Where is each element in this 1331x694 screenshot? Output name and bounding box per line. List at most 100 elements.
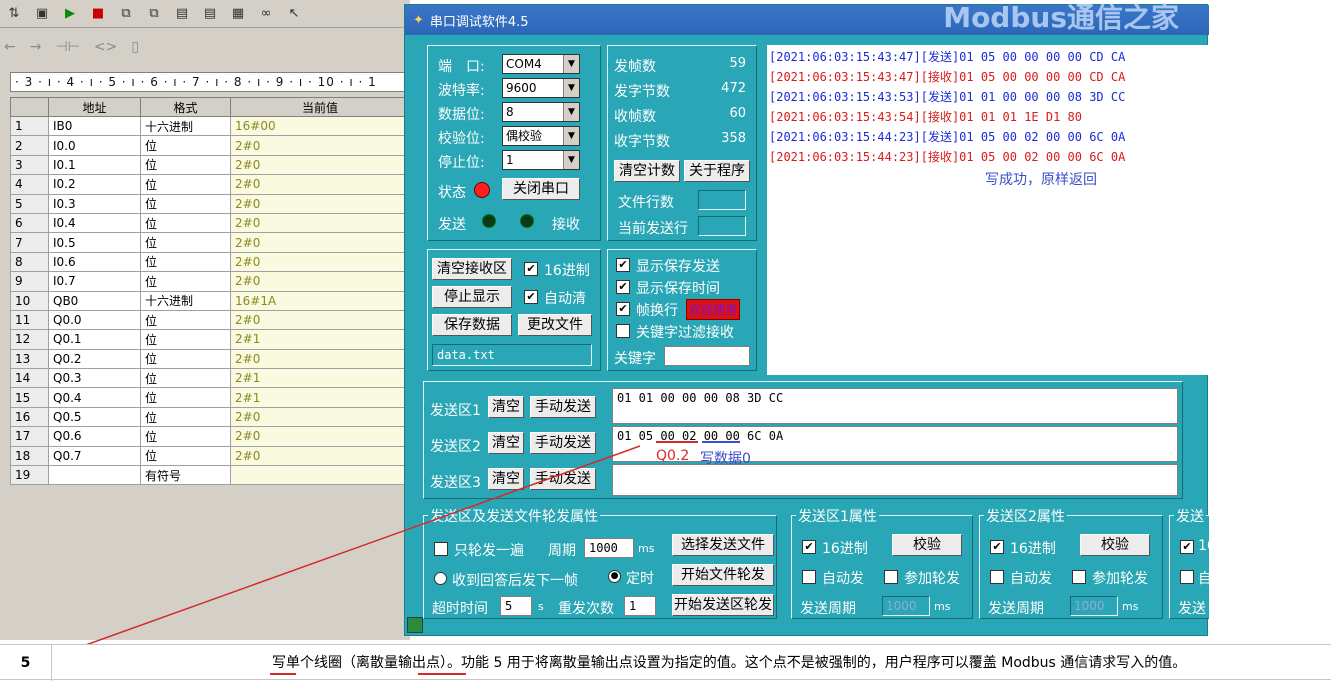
table-row[interactable]: 7 I0.5 位 2#0 <box>10 232 410 253</box>
parity-select[interactable]: 偶校验 ▼ <box>502 126 580 146</box>
send-area3-manual-button[interactable]: 手动发送 <box>530 468 596 490</box>
cell-val[interactable]: 2#0 <box>230 445 410 467</box>
cell-addr[interactable]: I0.1 <box>48 154 141 176</box>
table-row[interactable]: 1 IB0 十六进制 16#00 <box>10 115 410 137</box>
keyword-input[interactable] <box>664 346 750 366</box>
baud-select[interactable]: 9600 ▼ <box>502 78 580 98</box>
cell-val[interactable]: 2#1 <box>230 368 410 389</box>
auto-clear-checkbox[interactable]: ✔ <box>524 290 538 304</box>
resize-grip-icon[interactable] <box>407 617 423 633</box>
table-row[interactable]: 17 Q0.6 位 2#0 <box>10 426 410 447</box>
area2-period-input[interactable]: 1000 <box>1070 596 1118 616</box>
run-icon[interactable]: ▶ <box>60 4 80 24</box>
table-row[interactable]: 3 I0.1 位 2#0 <box>10 154 410 176</box>
area1-poll-checkbox[interactable] <box>884 570 898 584</box>
cell-val[interactable]: 2#1 <box>230 329 410 350</box>
table-row[interactable]: 6 I0.4 位 2#0 <box>10 212 410 234</box>
cell-addr[interactable]: I0.5 <box>48 232 141 253</box>
cell-val[interactable]: 2#0 <box>230 251 410 273</box>
cell-fmt[interactable]: 位 <box>140 193 231 214</box>
cell-fmt[interactable]: 位 <box>140 271 231 292</box>
window-icon[interactable]: ▣ <box>32 4 52 24</box>
table-row[interactable]: 9 I0.7 位 2#0 <box>10 271 410 292</box>
cell-addr[interactable]: Q0.1 <box>48 329 141 350</box>
cell-val[interactable]: 2#0 <box>230 212 410 234</box>
table-row[interactable]: 12 Q0.1 位 2#1 <box>10 329 410 350</box>
hex16-checkbox[interactable]: ✔ <box>524 262 538 276</box>
cell-addr[interactable]: I0.6 <box>48 251 141 273</box>
table-row[interactable]: 10 QB0 十六进制 16#1A <box>10 290 410 311</box>
cell-fmt[interactable]: 位 <box>140 251 231 273</box>
change-file-button[interactable]: 更改文件 <box>518 314 592 336</box>
cell-fmt[interactable]: 十六进制 <box>140 290 231 311</box>
cell-fmt[interactable]: 位 <box>140 426 231 447</box>
period-input[interactable]: 1000 <box>584 538 634 558</box>
cell-fmt[interactable]: 位 <box>140 174 231 195</box>
show-saved-time-checkbox[interactable]: ✔ <box>616 280 630 294</box>
cell-fmt[interactable]: 有符号 <box>140 465 231 486</box>
cell-fmt[interactable]: 位 <box>140 406 231 428</box>
timeout-input[interactable]: 5 <box>500 596 532 616</box>
chart2-icon[interactable]: ▤ <box>200 4 220 24</box>
area3-hex-checkbox[interactable]: ✔ <box>1180 540 1194 554</box>
about-button[interactable]: 关于程序 <box>684 160 750 182</box>
cell-fmt[interactable]: 位 <box>140 348 231 370</box>
show-saved-send-checkbox[interactable]: ✔ <box>616 258 630 272</box>
start-file-poll-button[interactable]: 开始文件轮发 <box>672 564 774 586</box>
send-area1-manual-button[interactable]: 手动发送 <box>530 396 596 418</box>
select-file-button[interactable]: 选择发送文件 <box>672 534 774 556</box>
port-select[interactable]: COM4 ▼ <box>502 54 580 74</box>
cell-val[interactable]: 2#0 <box>230 348 410 370</box>
cell-addr[interactable]: QB0 <box>48 290 141 311</box>
chart-icon[interactable]: ▤ <box>172 4 192 24</box>
timed-radio[interactable]: ● <box>608 570 621 583</box>
cell-fmt[interactable]: 位 <box>140 212 231 234</box>
area2-auto-checkbox[interactable] <box>990 570 1004 584</box>
area1-verify-button[interactable]: 校验 <box>892 534 962 556</box>
area1-period-input[interactable]: 1000 <box>882 596 930 616</box>
cell-fmt[interactable]: 位 <box>140 232 231 253</box>
chart3-icon[interactable]: ▦ <box>228 4 248 24</box>
table-row[interactable]: 14 Q0.3 位 2#1 <box>10 368 410 389</box>
area2-hex-checkbox[interactable]: ✔ <box>990 540 1004 554</box>
monitor-icon[interactable]: ⧉ <box>116 4 136 24</box>
cell-val[interactable]: 2#1 <box>230 387 410 408</box>
table-row[interactable]: 11 Q0.0 位 2#0 <box>10 309 410 331</box>
cell-fmt[interactable]: 位 <box>140 368 231 389</box>
cell-val[interactable]: 2#0 <box>230 232 410 253</box>
cell-addr[interactable]: I0.0 <box>48 135 141 156</box>
table-row[interactable]: 4 I0.2 位 2#0 <box>10 174 410 195</box>
cell-val[interactable]: 2#0 <box>230 271 410 292</box>
cell-fmt[interactable]: 位 <box>140 329 231 350</box>
table-row[interactable]: 13 Q0.2 位 2#0 <box>10 348 410 370</box>
cell-addr[interactable]: Q0.6 <box>48 426 141 447</box>
pointer-icon[interactable]: ↖ <box>284 4 304 24</box>
cell-addr[interactable]: I0.3 <box>48 193 141 214</box>
cell-val[interactable]: 16#00 <box>230 115 410 137</box>
cell-fmt[interactable]: 位 <box>140 309 231 331</box>
cell-addr[interactable] <box>48 465 141 486</box>
contact-icon[interactable]: ⊣⊢ <box>55 39 79 55</box>
after-reply-radio[interactable] <box>434 572 447 585</box>
cell-fmt[interactable]: 位 <box>140 135 231 156</box>
cell-val[interactable]: 2#0 <box>230 426 410 447</box>
arrow-right-icon[interactable]: → <box>30 39 42 55</box>
area3-auto-checkbox[interactable] <box>1180 570 1194 584</box>
cell-addr[interactable]: IB0 <box>48 115 141 137</box>
table-row[interactable]: 18 Q0.7 位 2#0 <box>10 445 410 467</box>
send-area3-input[interactable] <box>612 464 1178 496</box>
send-area3-clear-button[interactable]: 清空 <box>488 468 524 490</box>
cell-addr[interactable]: Q0.4 <box>48 387 141 408</box>
clear-count-button[interactable]: 清空计数 <box>614 160 680 182</box>
cell-addr[interactable]: I0.7 <box>48 271 141 292</box>
cell-val[interactable]: 2#0 <box>230 135 410 156</box>
filename-field[interactable]: data.txt <box>432 344 592 366</box>
retry-input[interactable]: 1 <box>624 596 656 616</box>
table-row[interactable]: 16 Q0.5 位 2#0 <box>10 406 410 428</box>
send-area2-input[interactable]: 01 05 00 02 00 00 6C 0A <box>612 426 1178 462</box>
cell-fmt[interactable]: 位 <box>140 154 231 176</box>
cell-val[interactable]: 2#0 <box>230 174 410 195</box>
stopbits-select[interactable]: 1 ▼ <box>502 150 580 170</box>
table-row[interactable]: 8 I0.6 位 2#0 <box>10 251 410 273</box>
close-port-button[interactable]: 关闭串口 <box>502 178 580 200</box>
